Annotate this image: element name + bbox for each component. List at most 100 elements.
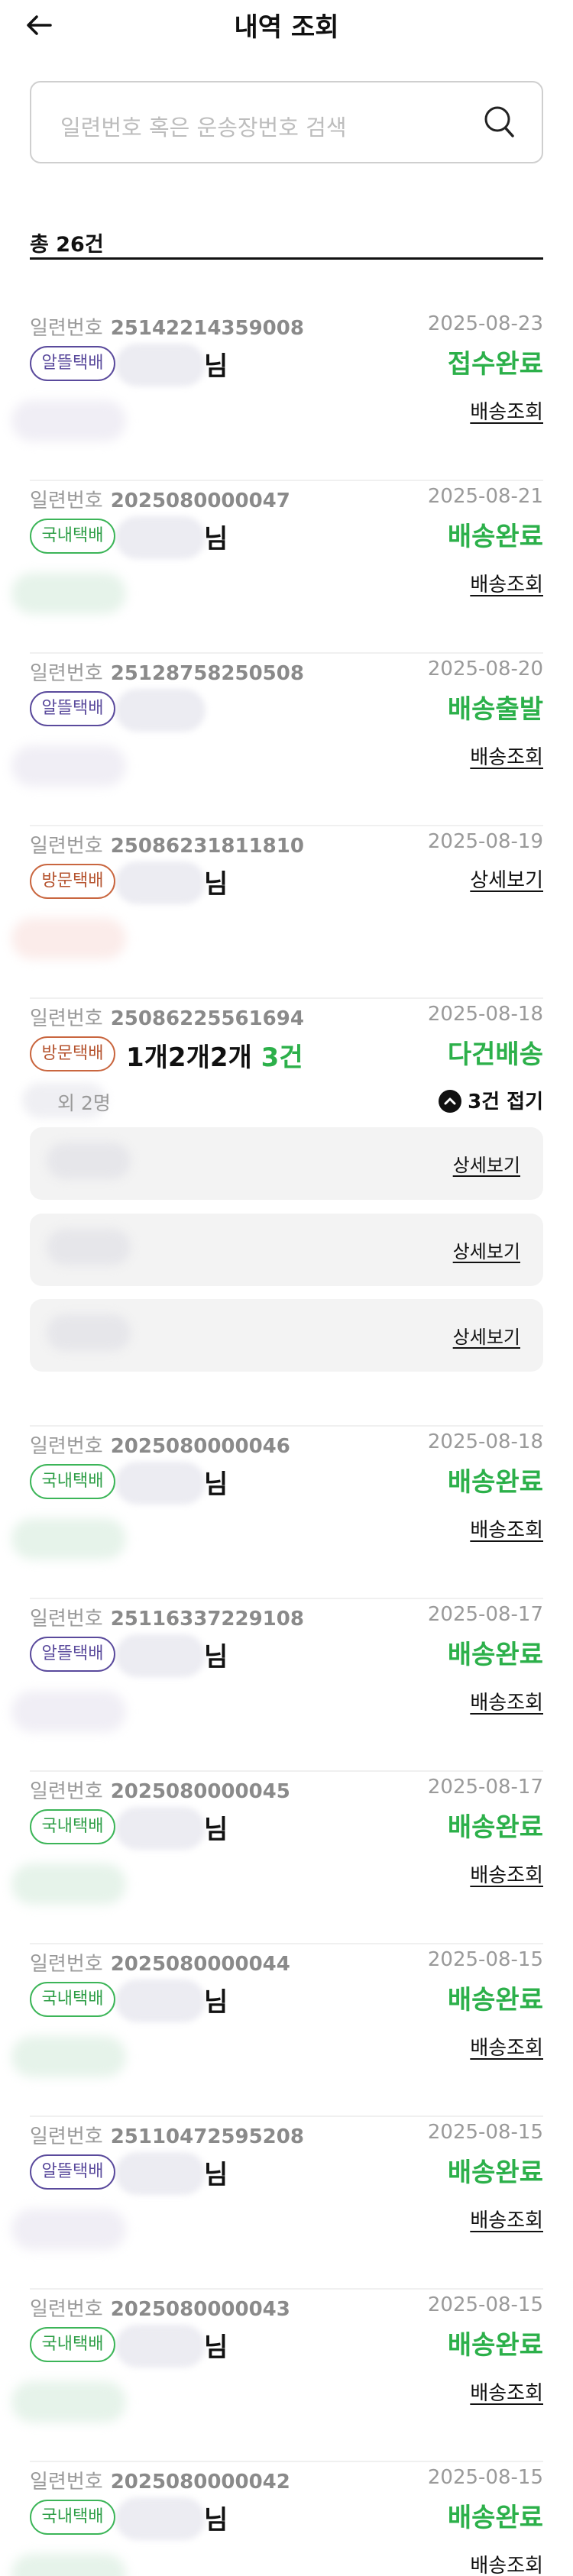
track-link[interactable]: 배송조회 [470,2377,543,2406]
status-label: 배송완료 [447,2330,543,2361]
serial-number: 일련번호 2025080000047 [30,490,290,512]
status-label: 접수완료 [447,349,543,380]
search-placeholder: 일련번호 혹은 운송장번호 검색 [60,115,347,141]
list-item[interactable]: 일련번호 2025080000042 2025-08-15 국내택배 님 배송완료… [11,2462,543,2576]
serial-number: 일련번호 2025080000042 [30,2471,290,2494]
list-item[interactable]: 일련번호 2025080000044 2025-08-15 국내택배 님 배송완료… [11,1944,543,2117]
redacted-address [11,2036,126,2077]
track-link[interactable]: 배송조회 [470,2205,543,2233]
track-link[interactable]: 배송조회 [470,1514,543,1543]
redacted-name [115,689,206,732]
track-link[interactable]: 배송조회 [470,569,543,597]
list-item[interactable]: 일련번호 2025080000046 2025-08-18 국내택배 님 배송완료… [11,1427,543,1599]
list-item[interactable]: 일련번호 2025080000047 2025-08-21 국내택배 님 배송완료… [11,481,543,654]
name-suffix: 님 [204,1469,228,1500]
sub-shipment[interactable]: 상세보기 [30,1127,543,1200]
status-label: 배송완료 [447,1640,543,1670]
track-link[interactable]: 배송조회 [470,742,543,770]
list-item[interactable]: 일련번호 25128758250508 2025-08-20 알뜰택배 배송출발 … [11,654,543,826]
serial-number: 일련번호 2025080000044 [30,1953,290,1976]
item-date: 2025-08-20 [427,658,543,680]
item-date: 2025-08-15 [427,2293,543,2316]
redacted-name [115,1634,206,1677]
list-item[interactable]: 일련번호 25110472595208 2025-08-15 알뜰택배 님 배송완… [11,2117,543,2290]
detail-link[interactable]: 상세보기 [453,1322,520,1349]
redacted-address [11,400,126,441]
list-item[interactable]: 일련번호 25086231811810 2025-08-19 방문택배 님 상세보… [11,826,543,999]
redacted-address [11,745,126,787]
page-title: 내역 조회 [234,12,339,43]
status-label: 배송완료 [447,1812,543,1843]
serial-number: 일련번호 25116337229108 [30,1608,304,1631]
status-label: 다건배송 [447,1039,543,1070]
redacted-name [115,1807,206,1850]
redacted-name [47,1143,131,1179]
detail-link[interactable]: 상세보기 [453,1236,520,1263]
track-link[interactable]: 배송조회 [470,1860,543,1888]
list-item[interactable]: 일련번호 2025080000045 2025-08-17 국내택배 님 배송완료… [11,1772,543,1944]
redacted-name [115,516,206,559]
name-suffix: 님 [204,2160,228,2190]
redacted-name [47,1229,131,1265]
track-link[interactable]: 배송조회 [470,1687,543,1715]
redacted-address [11,1691,126,1732]
detail-link[interactable]: 상세보기 [470,865,543,893]
item-date: 2025-08-17 [427,1603,543,1626]
search-input[interactable]: 일련번호 혹은 운송장번호 검색 [30,81,543,163]
fold-button[interactable]: 3건 접기 [439,1086,543,1114]
service-badge: 국내택배 [30,2327,115,2362]
status-label: 배송출발 [447,694,543,725]
name-suffix: 님 [204,869,228,900]
redacted-name [115,344,206,386]
name-suffix: 님 [204,524,228,554]
serial-number: 일련번호 25110472595208 [30,2125,304,2148]
sub-shipment[interactable]: 상세보기 [30,1214,543,1286]
item-date: 2025-08-19 [427,830,543,853]
chevron-up-circle-icon [439,1090,462,1113]
item-date: 2025-08-15 [427,2466,543,2489]
service-badge: 알뜰택배 [30,1637,115,1672]
serial-number: 일련번호 25086225561694 [30,1007,304,1030]
service-badge: 국내택배 [30,1464,115,1499]
status-label: 배송완료 [447,522,543,552]
item-date: 2025-08-15 [427,2121,543,2144]
service-badge: 방문택배 [30,1036,115,1071]
track-link[interactable]: 배송조회 [470,2550,543,2576]
receiver-count: 외 2명 [57,1092,111,1114]
redacted-name [115,2325,206,2368]
name-suffix: 님 [204,2332,228,2363]
redacted-address [11,1518,126,1559]
list-item[interactable]: 일련번호 25142214359008 2025-08-23 알뜰택배 님 접수완… [11,309,543,481]
track-link[interactable]: 배송조회 [470,396,543,425]
serial-number: 일련번호 2025080000043 [30,2298,290,2321]
list-item[interactable]: 일련번호 25116337229108 2025-08-17 알뜰택배 님 배송완… [11,1599,543,1772]
serial-number: 일련번호 25128758250508 [30,662,304,685]
item-date: 2025-08-23 [427,312,543,335]
item-date: 2025-08-17 [427,1776,543,1799]
status-label: 배송완료 [447,1985,543,2015]
track-link[interactable]: 배송조회 [470,2032,543,2060]
redacted-address [11,2209,126,2250]
service-badge: 알뜰택배 [30,691,115,726]
serial-number: 일련번호 25142214359008 [30,317,304,340]
redacted-address [11,2381,126,2422]
total-count: 총 26건 [30,228,543,260]
serial-number: 일련번호 2025080000045 [30,1780,290,1803]
item-date: 2025-08-18 [427,1430,543,1453]
service-badge: 알뜰택배 [30,2154,115,2190]
name-suffix: 님 [204,2505,228,2536]
name-suffix: 님 [204,1642,228,1673]
redacted-name [115,2152,206,2195]
name-suffix: 님 [204,351,228,382]
search-icon[interactable] [481,101,519,144]
sub-shipment[interactable]: 상세보기 [30,1299,543,1372]
redacted-name [115,1462,206,1505]
service-badge: 국내택배 [30,1982,115,2017]
header: 내역 조회 [0,0,573,50]
detail-link[interactable]: 상세보기 [453,1150,520,1177]
multi-shipment-item[interactable]: 일련번호 25086225561694 2025-08-18 방문택배 1개2개2… [22,999,543,1427]
redacted-address [11,918,126,959]
redacted-address [11,1863,126,1905]
list-item[interactable]: 일련번호 2025080000043 2025-08-15 국내택배 님 배송완료… [11,2290,543,2462]
redacted-name [47,1314,131,1351]
